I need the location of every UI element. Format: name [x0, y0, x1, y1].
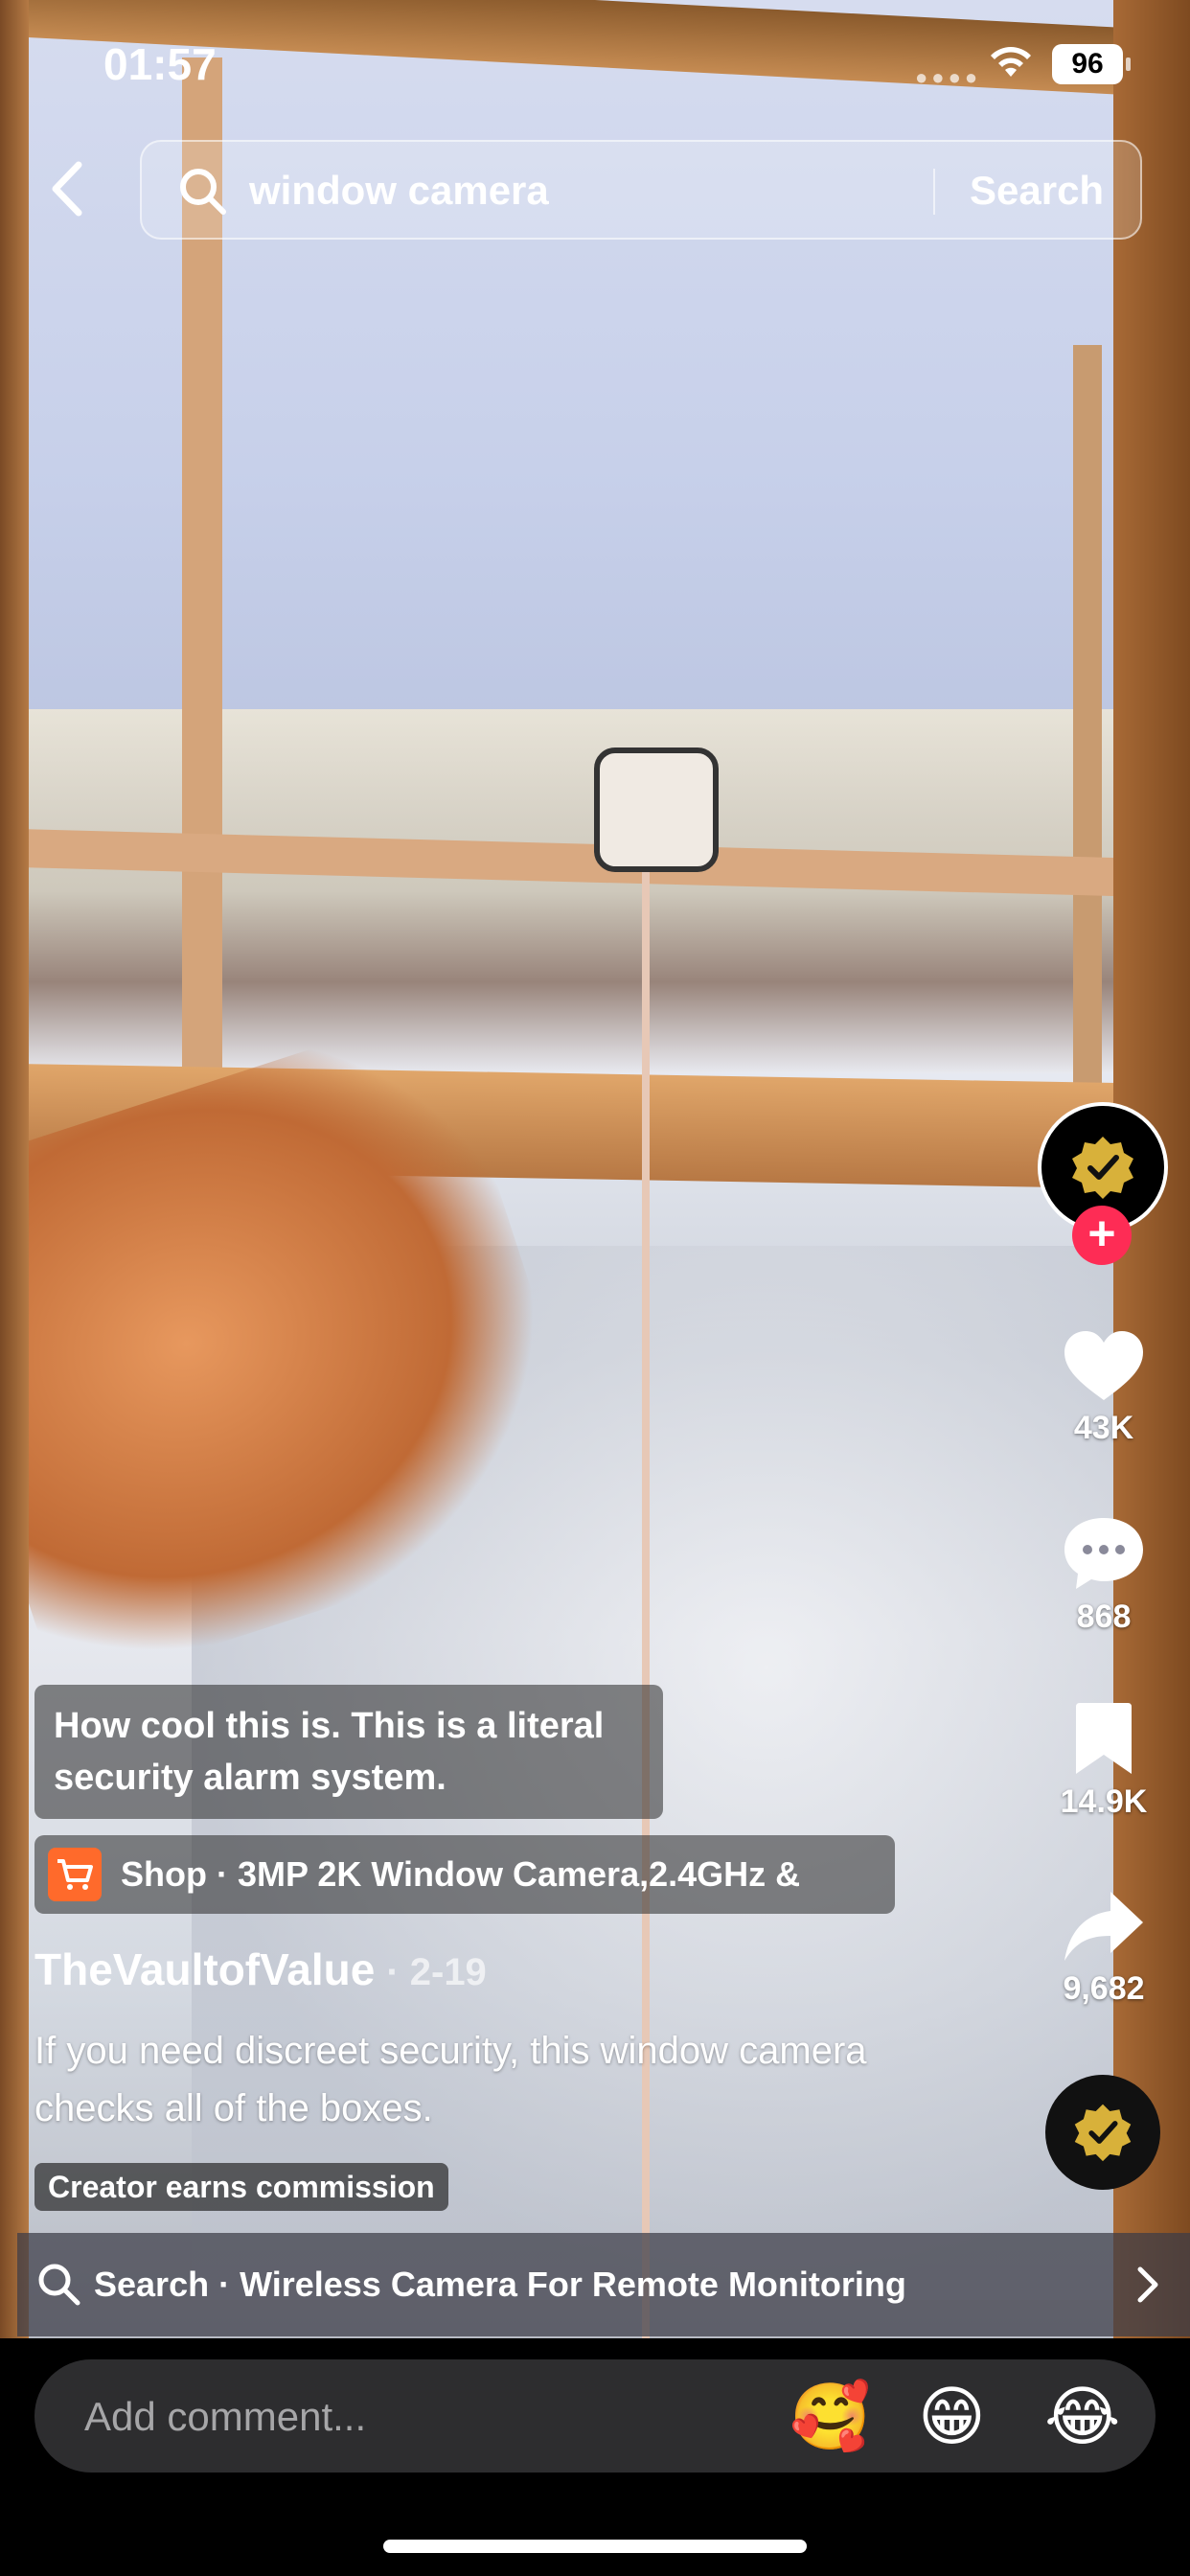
chevron-left-icon: [52, 161, 82, 217]
status-time: 01:57: [103, 39, 217, 89]
search-query-text: window camera: [249, 168, 549, 213]
window-frame: [0, 0, 29, 2338]
signal-icon: ●●●●: [915, 65, 982, 89]
verified-badge-icon: [1072, 1137, 1133, 1199]
save-button[interactable]: 14.9K: [1054, 1701, 1154, 1821]
bottom-bar: Add comment... 🥰 😁 😂: [0, 2338, 1190, 2576]
comment-input[interactable]: Add comment... 🥰 😁 😂: [34, 2359, 1156, 2472]
shop-link[interactable]: Shop · 3MP 2K Window Camera,2.4GHz &: [34, 1835, 895, 1914]
comment-placeholder: Add comment...: [84, 2394, 367, 2439]
like-button[interactable]: 43K: [1054, 1327, 1154, 1447]
bookmark-icon: [1076, 1703, 1132, 1774]
post-date: · 2-19: [386, 1951, 487, 1993]
comment-button[interactable]: 868: [1054, 1514, 1154, 1636]
wifi-icon: [991, 47, 1031, 77]
share-arrow-icon: [1064, 1892, 1143, 1961]
like-count: 43K: [1073, 1410, 1134, 1446]
search-input[interactable]: window camera Search: [140, 140, 1142, 240]
search-divider: [933, 169, 935, 215]
emoji-button[interactable]: 🥰: [790, 2382, 871, 2451]
emoji-button[interactable]: 😂: [1044, 2382, 1120, 2451]
author-row: TheVaultofValue · 2-19: [34, 1936, 487, 2006]
follow-button[interactable]: +: [1072, 1206, 1132, 1265]
commission-badge: Creator earns commission: [34, 2163, 448, 2211]
verified-badge-icon: [1074, 2104, 1132, 2162]
search-icon: [180, 169, 226, 215]
heart-icon: [1064, 1331, 1143, 1400]
post-description[interactable]: If you need discreet security, this wind…: [34, 2022, 897, 2137]
back-button[interactable]: [38, 153, 96, 225]
shop-text: Shop · 3MP 2K Window Camera,2.4GHz &: [121, 1854, 801, 1894]
save-count: 14.9K: [1060, 1783, 1148, 1820]
chevron-right-icon: [1137, 2266, 1158, 2303]
related-search-bar[interactable]: Search · Wireless Camera For Remote Moni…: [17, 2233, 1190, 2336]
video-text-overlay: How cool this is. This is a literal secu…: [34, 1685, 663, 1819]
share-button[interactable]: 9,682: [1054, 1888, 1154, 2008]
cart-icon: [48, 1848, 102, 1901]
home-indicator: [383, 2540, 807, 2553]
search-button[interactable]: Search: [970, 165, 1104, 217]
emoji-button[interactable]: 😁: [918, 2382, 986, 2451]
comment-bubble-icon: [1064, 1518, 1143, 1589]
status-bar: 01:57 ●●●● 96: [0, 0, 1190, 125]
window-muntin: [1073, 345, 1102, 1092]
author-name[interactable]: TheVaultofValue: [34, 1944, 375, 1994]
window-camera-device: [594, 748, 719, 872]
share-count: 9,682: [1063, 1970, 1145, 2007]
comment-count: 868: [1076, 1598, 1132, 1635]
related-search-text: Search · Wireless Camera For Remote Moni…: [94, 2265, 906, 2304]
battery-icon: 96: [1052, 44, 1131, 84]
search-icon: [38, 2264, 80, 2306]
sound-disc[interactable]: [1045, 2075, 1160, 2190]
